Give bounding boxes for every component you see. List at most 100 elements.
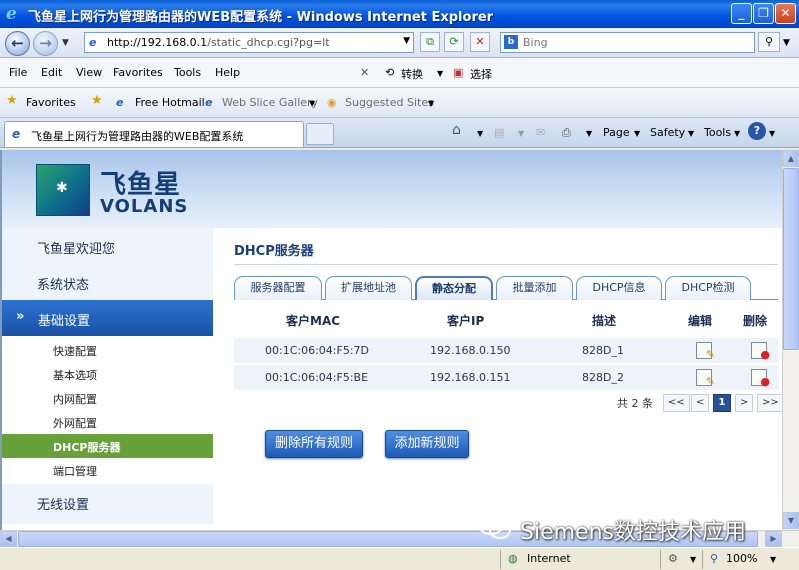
vertical-scroll-thumb[interactable]: [783, 168, 799, 350]
sidebar-sub-dhcp-server[interactable]: DHCP服务器: [2, 434, 213, 458]
sidebar-sub-label: 端口管理: [53, 465, 97, 478]
tools-dropdown-icon[interactable]: ▼: [734, 129, 740, 138]
menu-edit[interactable]: Edit: [41, 66, 62, 79]
home-dropdown-icon[interactable]: ▼: [477, 129, 483, 138]
sidebar-sub-quick-config[interactable]: 快速配置: [2, 338, 213, 362]
main-panel: DHCP服务器 服务器配置 扩展地址池 静态分配 批量添加 DHCP信息 DHC…: [213, 228, 782, 530]
sidebar-sub-basic-options[interactable]: 基本选项: [2, 362, 213, 386]
add-favorites-icon[interactable]: ★: [91, 93, 103, 108]
menu-file[interactable]: File: [9, 66, 27, 79]
close-button[interactable]: ✕: [775, 3, 796, 24]
suggested-dropdown-icon[interactable]: ▼: [428, 99, 434, 108]
tab-batch-add[interactable]: 批量添加: [496, 276, 573, 300]
print-dropdown-icon[interactable]: ▼: [586, 129, 592, 138]
compatibility-icon[interactable]: ⧉: [420, 32, 440, 52]
address-input[interactable]: e http://192.168.0.1/static_dhcp.cgi?pg=…: [84, 32, 414, 53]
minimize-button[interactable]: _: [731, 3, 752, 24]
zoom-dropdown-icon[interactable]: ▼: [770, 555, 776, 564]
search-input[interactable]: b Bing: [500, 32, 755, 53]
web-page: ✱ 飞鱼星 VOLANS 飞鱼星欢迎您 系统状态 » 基础设置 快速配置 基本选…: [0, 150, 782, 530]
sidebar-item-welcome[interactable]: 飞鱼星欢迎您: [2, 228, 213, 264]
web-slice-dropdown-icon[interactable]: ▼: [309, 99, 315, 108]
last-page-button[interactable]: >>: [757, 394, 782, 412]
tab-extended-pool[interactable]: 扩展地址池: [325, 276, 412, 300]
sidebar-section-basic[interactable]: » 基础设置: [2, 300, 213, 336]
scroll-up-icon[interactable]: ▲: [783, 150, 799, 167]
url-host: http://192.168.0.1: [107, 36, 208, 49]
help-icon[interactable]: ?: [748, 122, 766, 140]
tab-static-allocation[interactable]: 静态分配: [415, 276, 493, 300]
fav-web-slice-gallery[interactable]: Web Slice Gallery: [222, 96, 318, 109]
prev-page-button[interactable]: <: [691, 394, 710, 412]
select-button[interactable]: 选择: [470, 66, 492, 82]
window-title-bar: e 飞鱼星上网行为管理路由器的WEB配置系统 - Windows Interne…: [0, 0, 799, 28]
sidebar-sub-label: DHCP服务器: [53, 441, 121, 454]
vertical-scrollbar[interactable]: ▲ ▼: [782, 150, 799, 530]
safety-menu[interactable]: Safety: [650, 126, 685, 139]
feeds-dropdown-icon[interactable]: ▼: [518, 129, 524, 138]
fav-suggested-sites[interactable]: Suggested Sites: [345, 96, 434, 109]
current-page[interactable]: 1: [713, 394, 731, 412]
tab-row: e 飞鱼星上网行为管理路由器的WEB配置系统 ⌂ ▼ ▤ ▼ ✉ ⎙ ▼ Pag…: [0, 118, 799, 148]
sidebar-sub-lan-config[interactable]: 内网配置: [2, 386, 213, 410]
edit-icon[interactable]: ✎: [696, 369, 715, 387]
page-menu[interactable]: Page: [603, 126, 630, 139]
window-title: 飞鱼星上网行为管理路由器的WEB配置系统 - Windows Internet …: [28, 10, 494, 25]
tab-dhcp-detect[interactable]: DHCP检测: [665, 276, 751, 300]
back-button[interactable]: ←: [5, 31, 30, 56]
add-new-rule-button[interactable]: 添加新规则: [385, 430, 469, 458]
globe-icon: ◍: [508, 552, 518, 565]
menu-help[interactable]: Help: [215, 66, 240, 79]
tab-server-config[interactable]: 服务器配置: [234, 276, 322, 300]
stop-icon[interactable]: ✕: [470, 32, 490, 52]
address-dropdown-icon[interactable]: ▼: [403, 36, 410, 46]
menu-favorites[interactable]: Favorites: [113, 66, 163, 79]
menu-bar: File Edit View Favorites Tools Help ✕ ⟲ …: [0, 58, 799, 88]
convert-button[interactable]: 转换: [401, 66, 423, 82]
close-toolbar-icon[interactable]: ✕: [360, 66, 369, 79]
home-icon[interactable]: ⌂: [452, 122, 461, 138]
delete-icon[interactable]: ●: [751, 369, 770, 387]
forward-button[interactable]: →: [33, 31, 58, 56]
col-delete: 删除: [743, 314, 768, 328]
page-dropdown-icon[interactable]: ▼: [634, 129, 640, 138]
suggested-sites-icon: ◉: [327, 96, 337, 109]
refresh-icon[interactable]: ⟳: [444, 32, 464, 52]
scroll-left-icon[interactable]: ◀: [0, 531, 17, 547]
menu-tools[interactable]: Tools: [174, 66, 201, 79]
maximize-button[interactable]: ❐: [753, 3, 774, 24]
search-icon[interactable]: ⚲: [758, 32, 780, 52]
delete-icon[interactable]: ●: [751, 342, 770, 360]
zoom-level[interactable]: 100%: [726, 552, 757, 565]
protected-mode-icon[interactable]: ⚙: [668, 552, 678, 565]
sidebar-item-wireless[interactable]: 无线设置: [2, 484, 213, 524]
help-dropdown-icon[interactable]: ▼: [769, 129, 775, 138]
sidebar-sub-label: 快速配置: [53, 345, 97, 358]
menu-view[interactable]: View: [76, 66, 102, 79]
first-page-button[interactable]: <<: [663, 394, 690, 412]
new-tab-button[interactable]: [306, 123, 334, 145]
print-icon[interactable]: ⎙: [562, 126, 571, 140]
tools-menu[interactable]: Tools: [704, 126, 731, 139]
convert-dropdown-icon[interactable]: ▼: [437, 69, 443, 78]
hotmail-page-icon: e: [116, 96, 124, 109]
tab-dhcp-info[interactable]: DHCP信息: [576, 276, 662, 300]
delete-all-rules-button[interactable]: 删除所有规则: [265, 430, 363, 458]
sidebar-item-status[interactable]: 系统状态: [2, 264, 213, 300]
history-dropdown-icon[interactable]: ▼: [62, 38, 69, 48]
protected-dropdown-icon[interactable]: ▼: [690, 555, 696, 564]
zoom-icon: ⚲: [710, 552, 719, 565]
sidebar-sub-wan-config[interactable]: 外网配置: [2, 410, 213, 434]
edit-icon[interactable]: ✎: [696, 342, 715, 360]
fav-free-hotmail[interactable]: Free Hotmail: [135, 96, 205, 109]
scroll-down-icon[interactable]: ▼: [783, 512, 799, 529]
browser-tab[interactable]: e 飞鱼星上网行为管理路由器的WEB配置系统: [4, 121, 304, 147]
favorites-button[interactable]: Favorites: [26, 96, 76, 109]
next-page-button[interactable]: >: [735, 394, 754, 412]
mail-icon[interactable]: ✉: [536, 126, 545, 139]
sidebar-sub-port-management[interactable]: 端口管理: [2, 458, 213, 482]
feeds-icon[interactable]: ▤: [494, 126, 504, 139]
watermark-text: Siemens数控技术应用: [520, 520, 746, 545]
safety-dropdown-icon[interactable]: ▼: [688, 129, 694, 138]
search-options-icon[interactable]: ▼: [783, 38, 790, 48]
